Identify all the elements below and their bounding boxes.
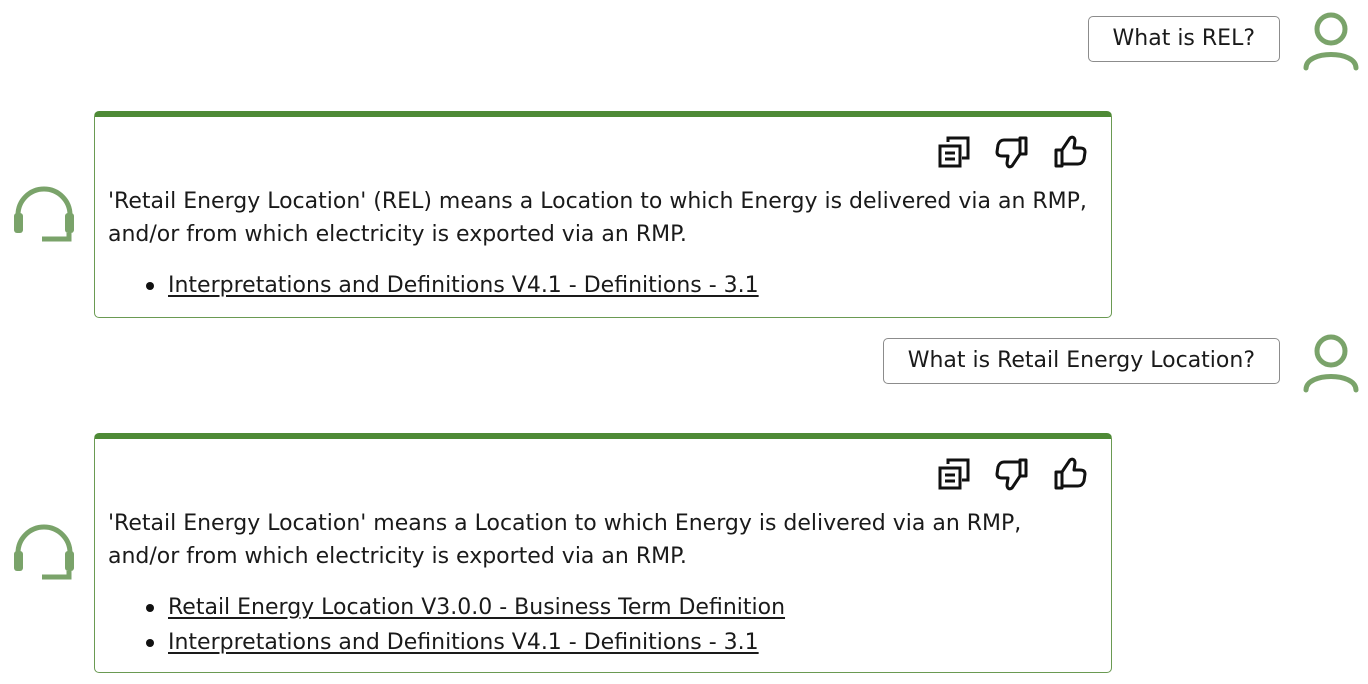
list-item: Interpretations and Definitions V4.1 - D… [146, 268, 1099, 303]
thumbs-up-button[interactable] [1051, 133, 1089, 171]
thumbs-down-button[interactable] [993, 455, 1031, 493]
headset-icon [14, 524, 74, 580]
copy-button[interactable] [935, 455, 973, 493]
user-message-bubble: What is Retail Energy Location? [882, 338, 1280, 384]
answer-actions [108, 133, 1099, 175]
person-icon [1303, 12, 1359, 71]
source-list: Interpretations and Definitions V4.1 - D… [108, 268, 1099, 317]
person-icon [1303, 334, 1359, 393]
source-link[interactable]: Interpretations and Definitions V4.1 - D… [168, 273, 759, 298]
answer-card: 'Retail Energy Location' (REL) means a L… [94, 111, 1112, 318]
source-link[interactable]: Retail Energy Location V3.0.0 - Business… [168, 595, 785, 620]
chat-thread: What is REL? 'Retail Energy Location' (R… [0, 0, 1368, 684]
thumbs-up-button[interactable] [1051, 455, 1089, 493]
copy-icon [938, 458, 970, 490]
list-item: Interpretations and Definitions V4.1 - D… [146, 625, 1099, 660]
headset-icon [14, 186, 74, 242]
answer-actions [108, 455, 1099, 497]
user-message: What is Retail Energy Location? [768, 334, 1368, 402]
user-message: What is REL? [768, 12, 1368, 80]
answer-text: 'Retail Energy Location' means a Locatio… [108, 511, 1022, 569]
list-item: Retail Energy Location V3.0.0 - Business… [146, 590, 1099, 625]
thumbs-up-icon [1054, 135, 1087, 168]
thumbs-up-icon [1054, 457, 1087, 490]
answer-text: 'Retail Energy Location' (REL) means a L… [108, 189, 1087, 247]
answer-card: 'Retail Energy Location' means a Locatio… [94, 433, 1112, 673]
copy-icon [938, 136, 970, 168]
thumbs-down-icon [995, 458, 1028, 491]
copy-button[interactable] [935, 133, 973, 171]
thumbs-down-button[interactable] [993, 133, 1031, 171]
user-message-bubble: What is REL? [1087, 16, 1280, 62]
source-link[interactable]: Interpretations and Definitions V4.1 - D… [168, 630, 759, 655]
source-list: Retail Energy Location V3.0.0 - Business… [108, 590, 1099, 672]
thumbs-down-icon [995, 136, 1028, 169]
